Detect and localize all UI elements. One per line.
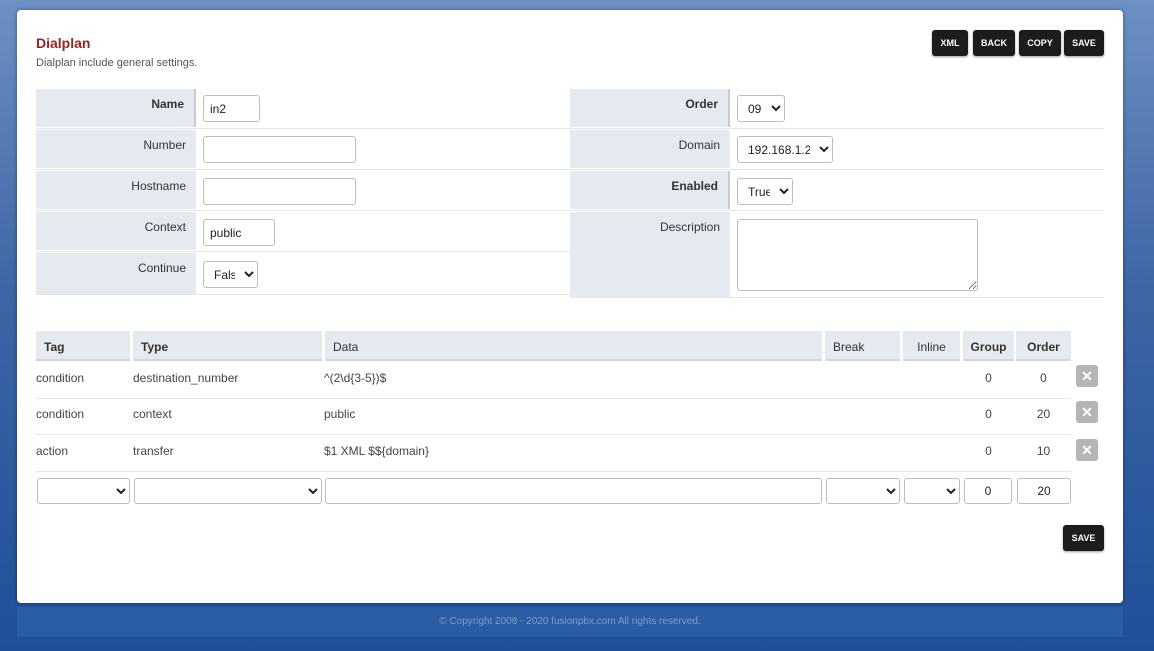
new-group-input[interactable] [964, 478, 1012, 504]
number-input[interactable] [203, 136, 356, 163]
column-header-type: Type [133, 331, 322, 361]
row-divider [36, 169, 570, 170]
delete-row-x-icon[interactable]: ✕ [1076, 401, 1098, 423]
main-panel: Dialplan Dialplan include general settin… [17, 10, 1123, 603]
number-label: Number [36, 130, 196, 168]
page-description: Dialplan include general settings. [36, 57, 198, 69]
column-header-group: Group [963, 331, 1014, 361]
table-cell-order: 10 [1036, 444, 1051, 458]
row-divider [36, 294, 570, 295]
table-cell-data: $1 XML $${domain} [324, 444, 429, 458]
name-label: Name [36, 89, 196, 127]
column-header-order: Order [1016, 331, 1071, 361]
name-input[interactable] [203, 95, 260, 122]
order-label: Order [570, 89, 730, 127]
row-divider [36, 128, 570, 129]
table-cell-group: 0 [985, 407, 992, 421]
table-cell-order: 20 [1036, 407, 1051, 421]
order-select[interactable]: 099 [737, 95, 785, 122]
new-tag-select[interactable] [37, 478, 130, 504]
new-type-select[interactable] [134, 478, 322, 504]
context-input[interactable] [203, 219, 275, 246]
hostname-label: Hostname [36, 171, 196, 209]
table-cell-type: transfer [133, 444, 174, 458]
new-break-select[interactable] [826, 478, 900, 504]
table-cell-order: 0 [1040, 371, 1047, 385]
new-inline-select[interactable] [904, 478, 960, 504]
back-button[interactable]: BACK [973, 30, 1015, 56]
footer-copyright: © Copyright 2008 - 2020 fusionpbx.com Al… [17, 607, 1123, 637]
column-header-break: Break [825, 331, 900, 361]
new-order-input[interactable] [1017, 478, 1071, 504]
table-cell-data: public [324, 407, 356, 421]
row-divider [570, 210, 1104, 211]
table-cell-data: ^(2\d{3-5})$ [324, 371, 387, 385]
context-label: Context [36, 212, 196, 250]
page-title: Dialplan [36, 35, 91, 51]
row-divider [36, 471, 1071, 472]
row-divider [570, 169, 1104, 170]
hostname-input[interactable] [203, 178, 356, 205]
column-header-tag: Tag [36, 331, 130, 361]
continue-label: Continue [36, 253, 196, 294]
row-divider [36, 398, 1071, 399]
table-cell-tag: condition [36, 371, 85, 385]
row-divider [570, 128, 1104, 129]
table-cell-tag: action [36, 444, 69, 458]
copy-button[interactable]: COPY [1019, 30, 1061, 56]
xml-button[interactable]: XML [932, 30, 968, 56]
row-divider [36, 210, 570, 211]
continue-select[interactable]: False [203, 261, 258, 288]
row-divider [36, 434, 1071, 435]
row-divider [36, 251, 570, 252]
row-divider [570, 297, 1104, 298]
save-button[interactable]: SAVE [1064, 30, 1104, 56]
delete-row-x-icon[interactable]: ✕ [1076, 439, 1098, 461]
column-header-data: Data [325, 331, 822, 361]
bottom-save-button[interactable]: SAVE [1063, 525, 1104, 551]
description-textarea[interactable] [737, 219, 978, 291]
enabled-label: Enabled [570, 171, 730, 209]
enabled-select[interactable]: True [737, 178, 793, 205]
table-cell-tag: condition [36, 407, 85, 421]
table-cell-group: 0 [985, 444, 992, 458]
table-cell-type: context [133, 407, 172, 421]
column-header-inline: Inline [903, 331, 960, 361]
domain-label: Domain [570, 130, 730, 168]
table-cell-group: 0 [985, 371, 992, 385]
description-label: Description [570, 212, 730, 297]
new-data-input[interactable] [325, 478, 822, 504]
domain-select[interactable]: 192.168.1.27 [737, 136, 833, 163]
table-cell-type: destination_number [133, 371, 239, 385]
delete-row-x-icon[interactable]: ✕ [1076, 365, 1098, 387]
